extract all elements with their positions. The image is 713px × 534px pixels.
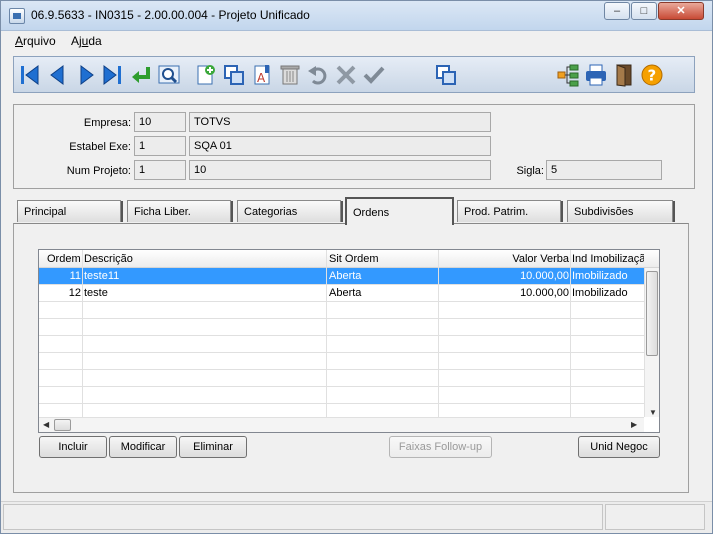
num-projeto-field[interactable]: 10 [189,160,491,180]
menu-bar: Arquivo Ajuda [1,31,712,51]
estabel-label: Estabel Exe: [69,141,131,153]
empresa-label: Empresa: [83,117,131,129]
empty-row [39,370,644,387]
vertical-scroll-thumb[interactable] [646,271,658,356]
status-panel-main [3,504,603,530]
empty-row [39,336,644,353]
previous-icon[interactable] [46,63,70,87]
estabel-code-field[interactable]: 1 [134,136,186,156]
horizontal-scrollbar[interactable]: ◀ ▶ [39,417,644,432]
num-projeto-code-field[interactable]: 1 [134,160,186,180]
empresa-code-field[interactable]: 10 [134,112,186,132]
estabel-name-field[interactable]: SQA 01 [189,136,491,156]
save-icon[interactable] [362,63,386,87]
scroll-down-icon[interactable]: ▼ [649,408,657,417]
cell-sit-ordem: Aberta [329,287,362,299]
status-panel-right [605,504,705,530]
help-icon[interactable]: ? [640,63,664,87]
column-divider [82,250,83,417]
table-row[interactable]: 12 teste Aberta 10.000,00 Imobilizado [39,285,644,302]
goto-icon[interactable] [129,63,153,87]
cell-descricao: teste [84,287,108,299]
grid-header: Ordem Descrição Sit Ordem Valor Verba In… [39,250,659,268]
tab-subdivisoes[interactable]: Subdivisões [567,200,675,222]
menu-arquivo[interactable]: Arquivo [15,34,56,48]
svg-text:?: ? [648,67,657,85]
scroll-left-icon[interactable]: ◀ [43,420,49,429]
last-icon[interactable] [100,63,124,87]
app-icon [9,8,25,24]
modificar-button[interactable]: Modificar [109,436,177,458]
eliminar-button[interactable]: Eliminar [179,436,247,458]
cell-ordem: 11 [69,270,81,282]
tab-principal[interactable]: Principal [17,200,123,222]
cell-ind-imob: Imobilizado [572,287,628,299]
tab-ficha-liber[interactable]: Ficha Liber. [127,200,233,222]
scroll-right-icon[interactable]: ▶ [631,420,637,429]
cell-ordem: 12 [68,287,81,299]
horizontal-scroll-thumb[interactable] [54,419,71,431]
close-button[interactable]: ✕ [658,2,704,20]
column-divider [438,250,439,417]
main-window: 06.9.5633 - IN0315 - 2.00.00.004 - Proje… [0,0,713,534]
col-valor-verba-header[interactable]: Valor Verba [441,253,569,265]
toolbar: A ? [13,56,695,93]
orders-grid[interactable]: Ordem Descrição Sit Ordem Valor Verba In… [38,249,660,433]
col-ordem-header[interactable]: Ordem [47,253,87,265]
new-icon[interactable] [194,63,218,87]
tab-prod-patrim[interactable]: Prod. Patrim. [457,200,563,222]
exit-icon[interactable] [612,63,636,87]
copy-icon[interactable] [222,63,246,87]
cell-valor-verba: 10.000,00 [520,270,569,282]
cell-ind-imob: Imobilizado [572,270,628,282]
sigla-label: Sigla: [516,165,544,177]
col-sit-ordem-header[interactable]: Sit Ordem [329,253,439,265]
tab-ordens[interactable]: Ordens [345,197,454,225]
column-divider [570,250,571,417]
column-divider [326,250,327,417]
incluir-button[interactable]: Incluir [39,436,107,458]
delete-icon[interactable] [278,63,302,87]
next-icon[interactable] [74,63,98,87]
maximize-button[interactable]: □ [631,2,657,20]
search-icon[interactable] [157,63,181,87]
empresa-name-field[interactable]: TOTVS [189,112,491,132]
col-ind-imob-header[interactable]: Ind Imobilização [572,253,644,265]
tab-categorias[interactable]: Categorias [237,200,343,222]
cell-sit-ordem: Aberta [329,270,362,282]
print-icon[interactable] [584,63,608,87]
vertical-scrollbar[interactable]: ▼ [644,268,659,417]
sigla-field[interactable]: 5 [546,160,662,180]
col-descricao-header[interactable]: Descrição [84,253,324,265]
undo-icon[interactable] [306,63,330,87]
window-title: 06.9.5633 - IN0315 - 2.00.00.004 - Proje… [31,8,310,22]
table-row[interactable]: 11 teste11 Aberta 10.000,00 Imobilizado [39,268,644,285]
cell-descricao: teste11 [84,270,120,282]
minimize-button[interactable]: – [604,2,630,20]
first-icon[interactable] [18,63,42,87]
cell-valor-verba: 10.000,00 [520,287,569,299]
title-bar: 06.9.5633 - IN0315 - 2.00.00.004 - Proje… [1,1,712,31]
hierarchy-icon[interactable] [556,63,580,87]
empty-row [39,302,644,319]
empty-row [39,387,644,404]
menu-ajuda[interactable]: Ajuda [71,34,102,48]
edit-icon[interactable]: A [250,63,274,87]
faixas-follow-up-button[interactable]: Faixas Follow-up [389,436,492,458]
unid-negoc-button[interactable]: Unid Negoc [578,436,660,458]
num-projeto-label: Num Projeto: [66,165,131,177]
cancel-icon[interactable] [334,63,358,87]
empty-row [39,353,644,370]
svg-text:A: A [257,71,266,85]
duplicate-icon[interactable] [434,63,458,87]
empty-row [39,319,644,336]
